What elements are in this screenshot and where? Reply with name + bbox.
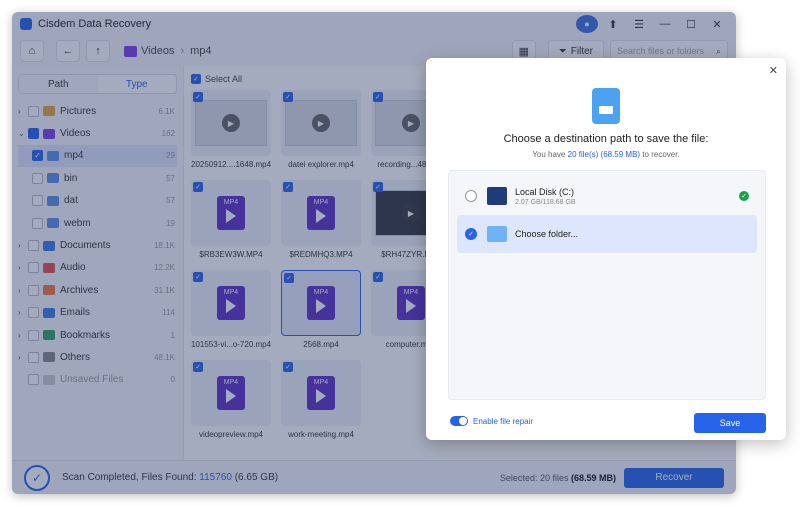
dialog-title: Choose a destination path to save the fi…	[503, 133, 709, 145]
close-icon[interactable]: ✕	[769, 64, 778, 77]
radio-button[interactable]	[465, 190, 477, 202]
subtitle-prefix: You have	[532, 150, 566, 159]
drive-icon	[487, 187, 507, 205]
destination-name: Choose folder...	[515, 229, 579, 239]
save-destination-dialog: ✕ Choose a destination path to save the …	[426, 58, 786, 440]
save-disk-icon	[592, 88, 620, 124]
file-repair-toggle[interactable]: Enable file repair	[450, 416, 533, 426]
radio-button[interactable]: ✓	[465, 228, 477, 240]
toggle-switch[interactable]	[450, 416, 468, 426]
destination-list: Local Disk (C:) 2.07 GB/118.68 GB ✓ ✓ Ch…	[448, 170, 766, 400]
destination-choose-folder[interactable]: ✓ Choose folder...	[457, 215, 757, 253]
destination-local-disk[interactable]: Local Disk (C:) 2.07 GB/118.68 GB ✓	[457, 177, 757, 215]
shield-check-icon: ✓	[739, 191, 749, 201]
dialog-subtitle: You have 20 file(s) (68.59 MB) to recove…	[426, 150, 786, 159]
subtitle-suffix: to recover.	[642, 150, 680, 159]
destination-name: Local Disk (C:)	[515, 186, 575, 197]
destination-size: 2.07 GB/118.68 GB	[515, 198, 576, 206]
save-button[interactable]: Save	[694, 413, 766, 433]
folder-icon	[487, 226, 507, 242]
subtitle-files: 20 file(s) (68.59 MB)	[567, 150, 641, 159]
file-repair-label: Enable file repair	[473, 416, 534, 426]
